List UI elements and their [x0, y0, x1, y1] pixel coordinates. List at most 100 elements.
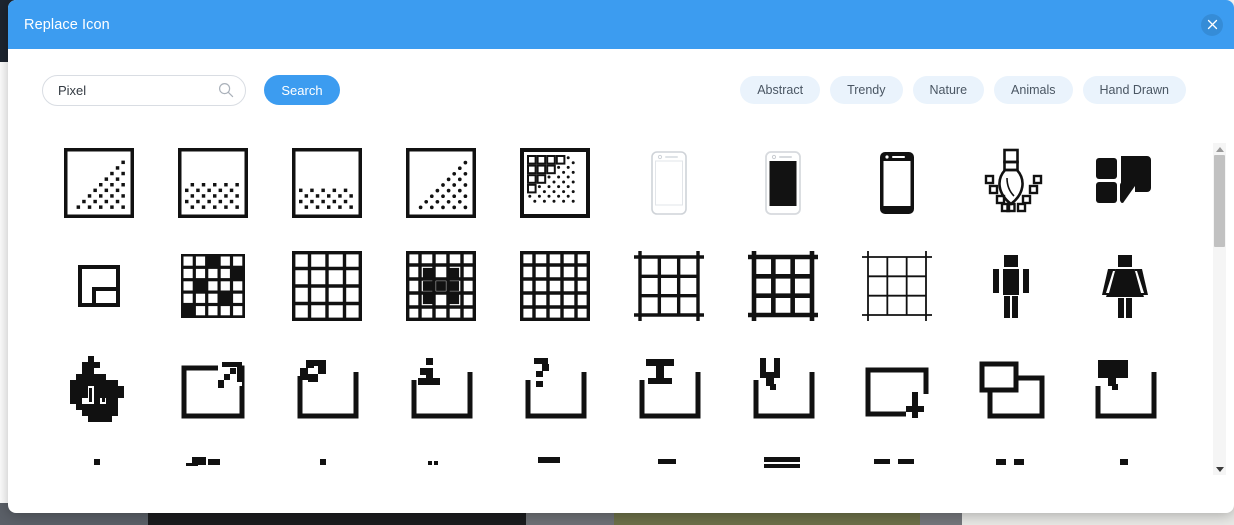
window-pin-marker-icon[interactable]	[726, 337, 840, 440]
window-tooltip-bubble-icon[interactable]	[1068, 337, 1182, 440]
category-tag-trendy[interactable]: Trendy	[830, 76, 903, 104]
category-tag-animals[interactable]: Animals	[994, 76, 1073, 104]
pixel-gradient-ramp-dots-icon-glyph	[406, 147, 476, 218]
results-scrollbar[interactable]	[1213, 143, 1226, 475]
triangle-down-icon[interactable]	[1213, 463, 1226, 475]
checkerboard-dense-dark-icon[interactable]	[156, 234, 270, 337]
category-tag-list: Abstract Trendy Nature Animals Hand Drawn	[740, 76, 1200, 104]
smartphone-filled-dark-icon[interactable]	[726, 131, 840, 234]
icon-results-area	[8, 131, 1234, 513]
window-info-dialog-icon[interactable]	[384, 337, 498, 440]
icon-grid	[42, 131, 1234, 513]
window-download-arrow-icon[interactable]	[840, 337, 954, 440]
grid-five-by-five-icon-glyph	[520, 250, 590, 321]
pixel-flag-blocks-icon-glyph	[1096, 155, 1151, 203]
category-tag-nature[interactable]: Nature	[912, 76, 985, 104]
checkerboard-dense-dark-icon-glyph	[181, 253, 245, 318]
grid-crop-marks-bold-icon-glyph	[748, 250, 818, 321]
windows-overlap-stack-icon-glyph	[979, 361, 1045, 418]
pixel-shape-b-icon[interactable]	[156, 440, 270, 513]
smartphone-outline-icon[interactable]	[612, 131, 726, 234]
windows-overlap-stack-icon[interactable]	[954, 337, 1068, 440]
grid-four-by-four-icon-glyph	[292, 250, 362, 321]
pixel-shape-i-icon[interactable]	[954, 440, 1068, 513]
pixel-shape-a-icon-glyph	[94, 458, 100, 465]
grid-crop-marks-bold-icon[interactable]	[726, 234, 840, 337]
pixel-hand-pointer-cursor-icon[interactable]	[42, 337, 156, 440]
person-female-pixel-icon[interactable]	[1068, 234, 1182, 337]
pixel-gradient-ramp-dots-icon[interactable]	[384, 131, 498, 234]
window-external-link-icon-glyph	[181, 359, 245, 418]
window-text-tool-icon[interactable]	[612, 337, 726, 440]
person-female-pixel-icon-glyph	[1102, 254, 1148, 318]
pixel-shape-i-icon-glyph	[996, 458, 1024, 465]
pixel-pen-nib-icon-glyph	[984, 148, 1043, 212]
pixel-shape-d-icon-glyph	[428, 460, 438, 465]
corner-square-nested-icon[interactable]	[42, 234, 156, 337]
pixel-shape-j-icon[interactable]	[1068, 440, 1182, 513]
window-info-dialog-icon-glyph	[411, 357, 473, 418]
pixel-flag-blocks-icon[interactable]	[1068, 131, 1182, 234]
close-icon[interactable]	[1201, 13, 1223, 36]
dialog-titlebar: Replace Icon	[8, 0, 1234, 49]
window-music-note-icon[interactable]	[270, 337, 384, 440]
smartphone-outline-icon-glyph	[651, 150, 687, 215]
pixel-shape-j-icon-glyph	[1120, 458, 1128, 465]
search-input[interactable]	[42, 74, 246, 106]
scroll-thumb[interactable]	[1214, 155, 1225, 247]
pixel-fill-low-square-icon-glyph	[292, 147, 362, 218]
triangle-up-icon[interactable]	[1213, 143, 1226, 155]
checkerboard-pattern-icon[interactable]	[384, 234, 498, 337]
smartphone-filled-dark-icon-glyph	[765, 150, 801, 215]
smartphone-light-screen-icon[interactable]	[840, 131, 954, 234]
search-toolbar: Search Abstract Trendy Nature Animals Hand D…	[8, 49, 1234, 131]
pixel-shape-f-icon[interactable]	[612, 440, 726, 513]
pixel-hand-pointer-cursor-icon-glyph	[70, 355, 124, 422]
pixel-gradient-ramp-square-icon[interactable]	[42, 131, 156, 234]
grid-five-by-five-icon[interactable]	[498, 234, 612, 337]
scrollbar-track[interactable]	[1213, 155, 1226, 463]
window-help-dialog-icon[interactable]	[498, 337, 612, 440]
replace-icon-dialog: Replace Icon Search Abstract Trendy Nature…	[8, 0, 1234, 513]
grid-crop-marks-thick-icon[interactable]	[612, 234, 726, 337]
search-field-wrapper	[42, 74, 246, 106]
pixel-dither-noise-square-icon-glyph	[520, 147, 590, 218]
pixel-fill-low-square-icon[interactable]	[270, 131, 384, 234]
window-music-note-icon-glyph	[297, 359, 359, 418]
close-glyph	[1207, 19, 1217, 30]
grid-crop-marks-thin-icon-glyph	[862, 250, 932, 321]
grid-crop-marks-thick-icon-glyph	[634, 250, 704, 321]
pixel-shape-b-icon-glyph	[186, 456, 220, 466]
grid-crop-marks-thin-icon[interactable]	[840, 234, 954, 337]
pixel-fill-half-square-icon-glyph	[178, 147, 248, 218]
window-pin-marker-icon-glyph	[753, 357, 815, 418]
pixel-shape-e-icon-glyph	[538, 456, 560, 463]
pixel-shape-f-icon-glyph	[658, 458, 676, 464]
person-male-pixel-icon-glyph	[993, 254, 1029, 318]
pixel-fill-half-square-icon[interactable]	[156, 131, 270, 234]
window-download-arrow-icon-glyph	[865, 367, 932, 422]
pixel-pen-nib-icon[interactable]	[954, 131, 1068, 234]
category-tag-hand-drawn[interactable]: Hand Drawn	[1082, 76, 1186, 104]
pixel-gradient-ramp-square-icon-glyph	[64, 147, 134, 218]
search-button[interactable]: Search	[264, 75, 340, 105]
window-text-tool-icon-glyph	[639, 358, 701, 418]
corner-square-nested-icon-glyph	[78, 264, 120, 307]
grid-four-by-four-icon[interactable]	[270, 234, 384, 337]
pixel-shape-g-icon-glyph	[764, 456, 800, 468]
pixel-shape-c-icon[interactable]	[270, 440, 384, 513]
smartphone-light-screen-icon-glyph	[880, 151, 914, 214]
checkerboard-pattern-icon-glyph	[406, 250, 476, 321]
window-external-link-icon[interactable]	[156, 337, 270, 440]
pixel-shape-c-icon-glyph	[320, 458, 326, 465]
person-male-pixel-icon[interactable]	[954, 234, 1068, 337]
pixel-shape-g-icon[interactable]	[726, 440, 840, 513]
pixel-shape-e-icon[interactable]	[498, 440, 612, 513]
window-help-dialog-icon-glyph	[525, 357, 587, 418]
pixel-shape-d-icon[interactable]	[384, 440, 498, 513]
pixel-shape-h-icon[interactable]	[840, 440, 954, 513]
dialog-title: Replace Icon	[24, 16, 110, 33]
pixel-dither-noise-square-icon[interactable]	[498, 131, 612, 234]
category-tag-abstract[interactable]: Abstract	[740, 76, 821, 104]
pixel-shape-a-icon[interactable]	[42, 440, 156, 513]
